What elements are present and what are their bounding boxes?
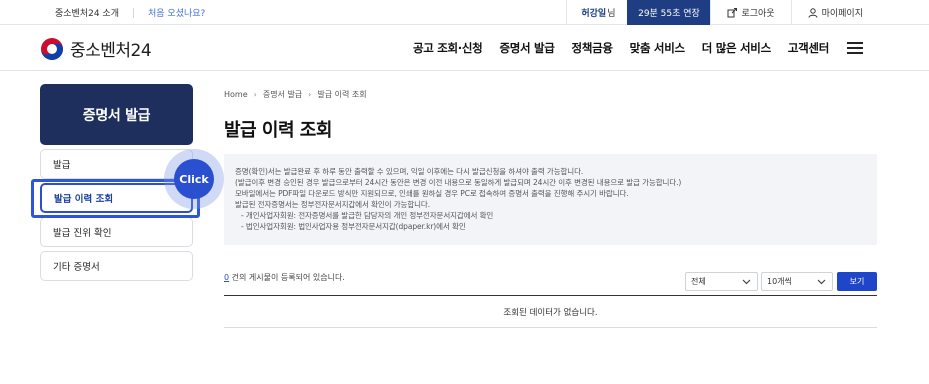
filter-select[interactable]: 전체	[685, 272, 758, 291]
sidebar-title: 증명서 발급	[40, 84, 193, 145]
user-suffix: 님	[607, 9, 616, 19]
user-icon	[808, 7, 818, 18]
nav-custom-service[interactable]: 맞춤 서비스	[630, 40, 685, 56]
filter-select-value: 전체	[691, 277, 706, 286]
breadcrumb-home[interactable]: Home	[224, 90, 248, 99]
logout-icon	[727, 7, 738, 17]
breadcrumb: Home › 증명서 발급 › 발급 이력 조회	[224, 89, 367, 100]
chevron-down-icon	[817, 279, 826, 285]
divider	[133, 7, 134, 18]
chevron-right-icon: ›	[253, 90, 257, 99]
nav-policy-finance[interactable]: 정책금융	[572, 40, 613, 56]
click-indicator: Click	[174, 159, 214, 199]
logo-text: 중소벤처24	[70, 41, 152, 61]
page-size-select-value: 10개씩	[767, 277, 792, 286]
nav-certificates[interactable]: 증명서 발급	[499, 40, 554, 56]
result-count-suffix: 건의 게시물이 등록되어 있습니다.	[231, 273, 345, 282]
breadcrumb-current: 발급 이력 조회	[317, 90, 367, 99]
main-header: 중소벤처24 공고 조회·신청 증명서 발급 정책금융 맞춤 서비스 더 많은 …	[0, 25, 929, 71]
top-utility-bar: 중소벤처24 소개 처음 오셨나요? 허강일 님 29분 55초 연장 로그아웃 …	[0, 0, 929, 25]
notice-line: - 개인사업자회원: 전자증명서를 발급한 담당자의 개인 정부전자문서지갑에서…	[241, 211, 494, 220]
top-right-links: 허강일 님 29분 55초 연장 로그아웃 마이페이지	[566, 0, 929, 25]
first-visit-link[interactable]: 처음 오셨나요?	[148, 6, 205, 19]
result-count: 0 건의 게시물이 등록되어 있습니다.	[224, 272, 345, 283]
notice-box: 증명(확인)서는 발급완료 후 하루 동안 출력할 수 있으며, 익일 이후에는…	[224, 154, 877, 245]
mypage-button[interactable]: 마이페이지	[790, 0, 929, 25]
notice-line: (발급이후 변경 승인된 경우 발급으로부터 24시간 동안은 변경 이전 내용…	[235, 178, 682, 187]
taegeuk-logo-icon	[41, 37, 63, 60]
notice-line: 모바일에서는 PDF파일 다운로드 방식만 지원되므로, 인쇄를 원하실 경우 …	[235, 189, 629, 198]
notice-line: - 법인사업자회원: 법인사업자용 정부전자문서지갑(dpaper.kr)에서 …	[241, 222, 466, 231]
nav-announcements[interactable]: 공고 조회·신청	[413, 40, 483, 56]
site-logo[interactable]: 중소벤처24	[40, 36, 152, 61]
mypage-label: 마이페이지	[821, 9, 863, 19]
logout-label: 로그아웃	[741, 9, 775, 19]
top-left-links: 중소벤처24 소개 처음 오셨나요?	[55, 0, 205, 25]
breadcrumb-certificates[interactable]: 증명서 발급	[263, 89, 302, 100]
sidebar-item-verify[interactable]: 발급 진위 확인	[40, 217, 193, 247]
user-name: 허강일	[581, 9, 607, 19]
user-greeting: 허강일 님	[566, 0, 627, 25]
session-extend-button[interactable]: 29분 55초 연장	[627, 0, 711, 25]
result-count-number: 0	[224, 273, 230, 282]
empty-table-message: 조회된 데이터가 없습니다.	[224, 296, 877, 328]
sidebar-item-other-certificates[interactable]: 기타 증명서	[40, 251, 193, 281]
about-link[interactable]: 중소벤처24 소개	[55, 6, 119, 19]
chevron-right-icon: ›	[308, 90, 312, 99]
notice-line: 증명(확인)서는 발급완료 후 하루 동안 출력할 수 있으며, 익일 이후에는…	[235, 167, 584, 176]
main-nav: 공고 조회·신청 증명서 발급 정책금융 맞춤 서비스 더 많은 서비스 고객센…	[396, 25, 863, 71]
view-button[interactable]: 보기	[837, 272, 877, 291]
logout-button[interactable]: 로그아웃	[710, 0, 790, 25]
page-title: 발급 이력 조회	[224, 120, 332, 141]
chevron-down-icon	[742, 279, 751, 285]
menu-icon[interactable]	[847, 42, 863, 54]
nav-more-services[interactable]: 더 많은 서비스	[702, 40, 771, 56]
notice-line: 발급된 전자증명서는 정부전자문서지갑에서 확인이 가능합니다.	[235, 200, 431, 209]
nav-customer-center[interactable]: 고객센터	[788, 40, 829, 56]
page-size-select[interactable]: 10개씩	[761, 272, 833, 291]
